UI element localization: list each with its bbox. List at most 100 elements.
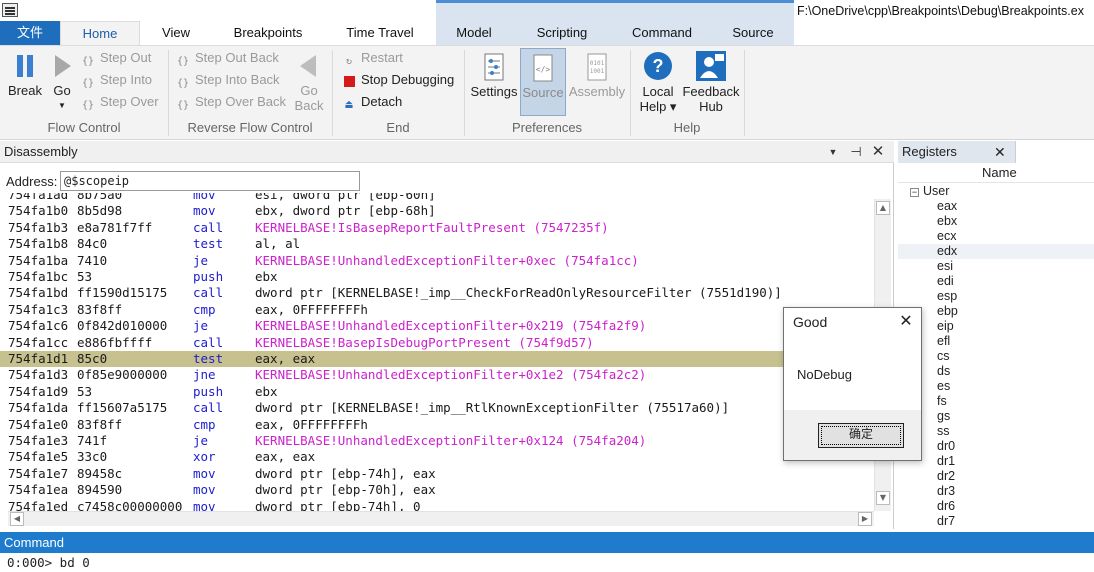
pane-menu-icon[interactable]: ▼ bbox=[825, 143, 841, 161]
register-item-dr3[interactable]: dr3 bbox=[898, 484, 1094, 499]
detach-button[interactable]: ⏏ Detach bbox=[341, 92, 402, 112]
register-item-dr1[interactable]: dr1 bbox=[898, 454, 1094, 469]
instruction-mnemonic: call bbox=[193, 285, 224, 301]
disassembly-row[interactable]: 754fa1ea 894590 mov dword ptr [ebp-70h], ea… bbox=[0, 482, 872, 498]
step-out-button[interactable]: {} Step Out bbox=[80, 48, 151, 68]
register-item-dr7[interactable]: dr7 bbox=[898, 514, 1094, 529]
break-label: Break bbox=[8, 83, 42, 98]
instruction-bytes: 83f8ff bbox=[77, 416, 123, 432]
break-button[interactable]: Break bbox=[6, 52, 44, 98]
close-icon[interactable]: ✕ bbox=[897, 312, 915, 332]
step-into-back-button[interactable]: {} Step Into Back bbox=[175, 70, 280, 90]
disassembly-row[interactable]: 754fa1b3 e8a781f7ff call KERNELBASE!IsBasep… bbox=[0, 220, 872, 236]
disassembly-row[interactable]: 754fa1e0 83f8ff cmp eax, 0FFFFFFFFh bbox=[0, 417, 872, 433]
register-item-ds[interactable]: ds bbox=[898, 364, 1094, 379]
instruction-address: 754fa1d9 bbox=[8, 383, 69, 399]
pin-icon[interactable]: ⊣ bbox=[848, 143, 864, 161]
registers-tab[interactable]: Registers ✕ bbox=[898, 141, 1016, 163]
stop-debugging-button[interactable]: Stop Debugging bbox=[341, 70, 454, 90]
app-menu-icon[interactable] bbox=[2, 3, 18, 17]
disassembly-row[interactable]: 754fa1c3 83f8ff cmp eax, 0FFFFFFFFh bbox=[0, 302, 872, 318]
horizontal-scrollbar[interactable]: ◀ ▶ bbox=[8, 511, 874, 526]
register-group-user[interactable]: − User bbox=[910, 184, 949, 198]
tab-scripting[interactable]: Scripting bbox=[512, 21, 612, 45]
disassembly-listing[interactable]: 754fa1ad 8b75a0 mov esi, dword ptr [ebp-60h… bbox=[0, 193, 872, 511]
tab-command[interactable]: Command bbox=[612, 21, 712, 45]
disassembly-row[interactable]: 754fa1b0 8b5d98 mov ebx, dword ptr [ebp-68h… bbox=[0, 203, 872, 219]
go-back-button[interactable]: Go Back bbox=[292, 52, 326, 113]
disassembly-row[interactable]: 754fa1e7 89458c mov dword ptr [ebp-74h], ea… bbox=[0, 466, 872, 482]
tab-time-travel[interactable]: Time Travel bbox=[324, 21, 436, 45]
close-icon[interactable]: ✕ bbox=[994, 143, 1006, 161]
feedback-hub-label-2: Hub bbox=[699, 99, 723, 114]
register-item-ecx[interactable]: ecx bbox=[898, 229, 1094, 244]
register-item-ebp[interactable]: ebp bbox=[898, 304, 1094, 319]
register-item-eip[interactable]: eip bbox=[898, 319, 1094, 334]
dialog-title-bar[interactable]: Good ✕ bbox=[784, 308, 921, 336]
settings-button[interactable]: Settings bbox=[470, 52, 518, 99]
register-item-efl[interactable]: efl bbox=[898, 334, 1094, 349]
source-mode-button[interactable]: </> Source bbox=[520, 48, 566, 116]
collapse-icon[interactable]: − bbox=[910, 188, 919, 197]
step-over-back-button[interactable]: {} Step Over Back bbox=[175, 92, 286, 112]
instruction-bytes: 53 bbox=[77, 269, 93, 284]
register-item-esi[interactable]: esi bbox=[898, 259, 1094, 274]
scroll-down-icon[interactable]: ▼ bbox=[876, 491, 890, 505]
disassembly-row[interactable]: 754fa1e5 33c0 xor eax, eax bbox=[0, 449, 872, 465]
scroll-left-icon[interactable]: ◀ bbox=[10, 512, 24, 526]
tab-breakpoints[interactable]: Breakpoints bbox=[212, 21, 324, 45]
close-icon[interactable]: ✕ bbox=[870, 143, 886, 161]
register-item-es[interactable]: es bbox=[898, 379, 1094, 394]
disassembly-row[interactable]: 754fa1b8 84c0 test al, al bbox=[0, 236, 872, 252]
dropdown-arrow-icon[interactable]: ▼ bbox=[48, 98, 76, 113]
register-item-gs[interactable]: gs bbox=[898, 409, 1094, 424]
disassembly-row[interactable]: 754fa1e3 741f je KERNELBASE!UnhandledExcept… bbox=[0, 433, 872, 449]
instruction-operands: KERNELBASE!IsBasepReportFaultPresent (75… bbox=[255, 219, 609, 235]
tab-file[interactable]: 文件 bbox=[0, 21, 60, 45]
step-out-back-label: Step Out Back bbox=[195, 50, 279, 65]
register-item-esp[interactable]: esp bbox=[898, 289, 1094, 304]
restart-button[interactable]: ↻ Restart bbox=[341, 48, 403, 68]
ok-button[interactable]: 确定 bbox=[818, 423, 904, 448]
scroll-right-icon[interactable]: ▶ bbox=[858, 512, 872, 526]
instruction-mnemonic: call bbox=[193, 400, 224, 416]
local-help-button[interactable]: ? Local Help ▾ bbox=[636, 50, 680, 114]
disassembly-row[interactable]: 754fa1d9 53 push ebx bbox=[0, 384, 872, 400]
instruction-bytes: 0f85e9000000 bbox=[77, 367, 168, 383]
step-over-button[interactable]: {} Step Over bbox=[80, 92, 159, 112]
disassembly-row[interactable]: 754fa1cc e886fbffff call KERNELBASE!BasepIs… bbox=[0, 335, 872, 351]
register-item-dr6[interactable]: dr6 bbox=[898, 499, 1094, 514]
register-item-cs[interactable]: cs bbox=[898, 349, 1094, 364]
register-item-dr0[interactable]: dr0 bbox=[898, 439, 1094, 454]
register-item-dr2[interactable]: dr2 bbox=[898, 469, 1094, 484]
tab-source[interactable]: Source bbox=[712, 21, 794, 45]
register-item-fs[interactable]: fs bbox=[898, 394, 1094, 409]
disassembly-row[interactable]: 754fa1bd ff1590d15175 call dword ptr [KERNE… bbox=[0, 285, 872, 301]
register-item-edi[interactable]: edi bbox=[898, 274, 1094, 289]
register-item-eax[interactable]: eax bbox=[898, 199, 1094, 214]
disassembly-row[interactable]: 754fa1ed c7458c00000000 mov dword ptr [ebp-… bbox=[0, 499, 872, 511]
disassembly-row[interactable]: 754fa1d3 0f85e9000000 jne KERNELBASE!Unhand… bbox=[0, 367, 872, 383]
current-instruction-row[interactable]: 754fa1d1 85c0 test eax, eax bbox=[0, 351, 872, 368]
disassembly-row[interactable]: 754fa1ad 8b75a0 mov esi, dword ptr [ebp-60h… bbox=[0, 193, 872, 203]
register-item-ebx[interactable]: ebx bbox=[898, 214, 1094, 229]
tab-model[interactable]: Model bbox=[436, 21, 512, 45]
assembly-mode-button[interactable]: 0101 1001 Assembly bbox=[568, 52, 626, 99]
instruction-operands: al, al bbox=[255, 236, 301, 252]
disassembly-row[interactable]: 754fa1ba 7410 je KERNELBASE!UnhandledExcept… bbox=[0, 253, 872, 269]
scroll-up-icon[interactable]: ▲ bbox=[876, 201, 890, 215]
feedback-hub-button[interactable]: Feedback Hub bbox=[682, 50, 740, 114]
register-item-ss[interactable]: ss bbox=[898, 424, 1094, 439]
registers-column-header[interactable]: Name bbox=[898, 163, 1094, 183]
tab-home[interactable]: Home bbox=[60, 21, 140, 46]
step-into-button[interactable]: {} Step Into bbox=[80, 70, 152, 90]
go-button[interactable]: Go ▼ bbox=[48, 52, 76, 113]
tab-view[interactable]: View bbox=[140, 21, 212, 45]
assembly-icon: 0101 1001 bbox=[587, 53, 607, 81]
step-out-back-button[interactable]: {} Step Out Back bbox=[175, 48, 279, 68]
disassembly-row[interactable]: 754fa1c6 0f842d010000 je KERNELBASE!Unhandl… bbox=[0, 318, 872, 334]
disassembly-row[interactable]: 754fa1da ff15607a5175 call dword ptr [KERNE… bbox=[0, 400, 872, 416]
address-input[interactable]: @$scopeip bbox=[60, 171, 360, 191]
register-item-edx[interactable]: edx bbox=[898, 244, 1094, 259]
disassembly-row[interactable]: 754fa1bc 53 push ebx bbox=[0, 269, 872, 285]
